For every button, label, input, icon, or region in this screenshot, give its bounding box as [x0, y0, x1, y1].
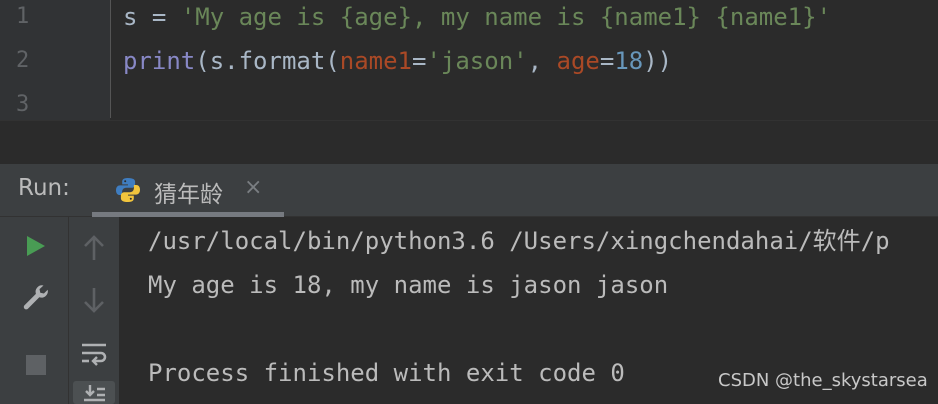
code-string-jason: 'jason': [426, 47, 528, 75]
previous-occurrence-button[interactable]: [79, 231, 109, 265]
run-toolbar-secondary: [68, 217, 119, 404]
run-tool-window-header: Run: 猜年龄 ×: [0, 164, 938, 217]
code-line-2[interactable]: print(s.format(name1='jason', age=18)): [123, 45, 672, 77]
code-number: 18: [614, 47, 644, 75]
close-icon[interactable]: ×: [244, 175, 262, 200]
run-tab-guess-age[interactable]: 猜年龄 ×: [92, 164, 284, 217]
run-window-title: Run:: [18, 175, 70, 201]
watermark: CSDN @the_skystarsea: [718, 370, 928, 391]
stop-button[interactable]: [22, 351, 50, 379]
rerun-button[interactable]: [20, 231, 50, 261]
code-editor[interactable]: 1 2 3 s = 'My age is {age}, my name is {…: [0, 0, 938, 120]
line-number-2: 2: [16, 48, 30, 73]
code-kwarg-age: age: [556, 47, 600, 75]
stop-icon: [26, 355, 46, 375]
soft-wrap-icon: [82, 343, 107, 366]
line-number-3: 3: [16, 92, 30, 117]
code-kwarg-name1: name1: [339, 47, 412, 75]
wrench-icon: [23, 285, 48, 310]
code-close-parens: )): [643, 47, 673, 75]
code-operator: =: [137, 3, 181, 31]
play-icon: [27, 236, 45, 256]
console-exit-line: Process finished with exit code 0: [148, 359, 625, 387]
scroll-to-end-button[interactable]: [73, 381, 115, 404]
arrow-up-icon: [84, 235, 104, 260]
line-number-1: 1: [16, 4, 30, 29]
panel-splitter[interactable]: [0, 120, 938, 165]
python-icon: [116, 178, 140, 202]
gutter-divider: [110, 0, 111, 118]
code-line-1[interactable]: s = 'My age is {age}, my name is {name1}…: [123, 1, 831, 33]
console-command-line: /usr/local/bin/python3.6 /Users/xingchen…: [148, 227, 890, 255]
code-equals: =: [412, 47, 427, 75]
arrow-down-icon: [84, 288, 104, 313]
console-output-line: My age is 18, my name is jason jason: [148, 271, 669, 299]
code-equals: =: [599, 47, 615, 75]
next-occurrence-button[interactable]: [79, 283, 109, 317]
code-string: 'My age is {age}, my name is {name1} {na…: [180, 3, 832, 31]
line-number-gutter: 1 2 3: [0, 0, 110, 120]
run-tab-label: 猜年龄: [154, 182, 223, 208]
scroll-to-end-icon: [84, 384, 105, 401]
code-call: (s.format(: [195, 47, 340, 75]
code-builtin-print: print: [123, 47, 196, 75]
soft-wrap-button[interactable]: [77, 337, 111, 371]
code-var: s: [123, 3, 138, 31]
code-comma: ,: [527, 47, 557, 75]
run-toolbar-primary: [0, 217, 68, 404]
settings-button[interactable]: [20, 281, 52, 313]
